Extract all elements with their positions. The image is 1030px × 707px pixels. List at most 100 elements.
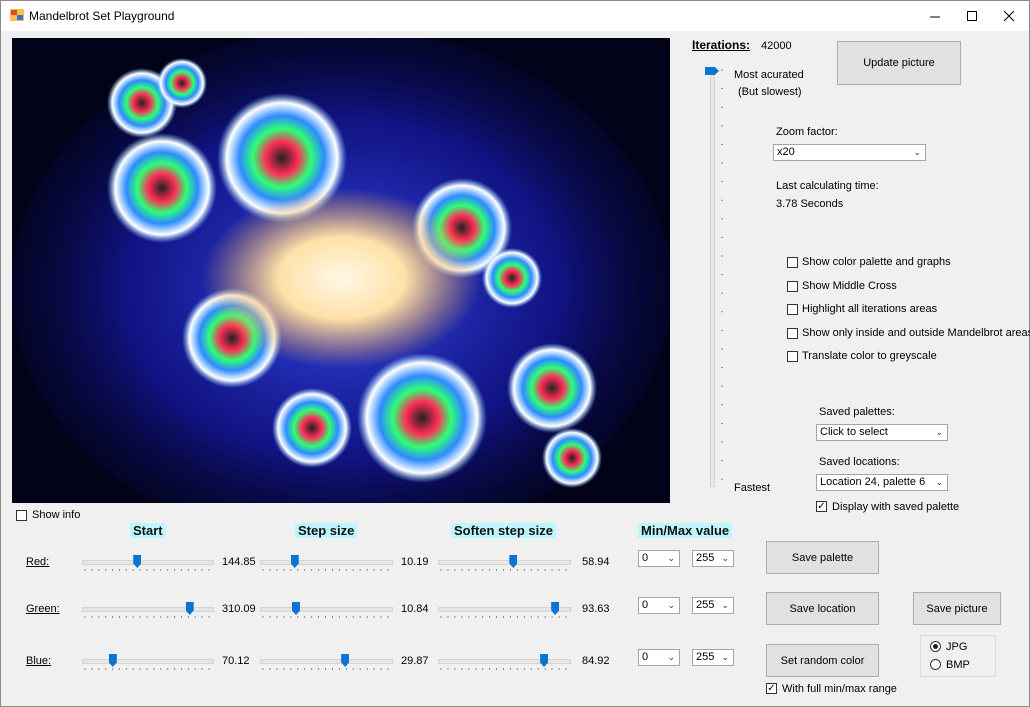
- minimize-button[interactable]: [916, 1, 954, 31]
- close-button[interactable]: [990, 1, 1028, 31]
- window-title: Mandelbrot Set Playground: [29, 9, 175, 23]
- full-range-checkbox[interactable]: ✓: [766, 683, 777, 694]
- slider-thumb[interactable]: [108, 654, 117, 667]
- slider-ticks: [440, 616, 567, 618]
- iterations-slider-thumb[interactable]: [705, 67, 719, 75]
- iterations-slider[interactable]: [705, 67, 729, 487]
- title-bar: Mandelbrot Set Playground: [1, 1, 1029, 31]
- iterations-top-sublabel: (But slowest): [738, 86, 802, 98]
- slider-track: [438, 607, 571, 612]
- blue-max-select-value: 255: [696, 651, 715, 663]
- slider-ticks: [262, 569, 389, 571]
- option-label: Show Middle Cross: [802, 279, 897, 292]
- blue-step-value: 29.87: [401, 655, 429, 667]
- save-palette-button[interactable]: Save palette: [766, 541, 879, 574]
- blue-start-value: 70.12: [222, 655, 250, 667]
- option-checkbox[interactable]: [787, 280, 798, 292]
- red-start-slider[interactable]: [82, 554, 214, 574]
- saved-locations-select[interactable]: Location 24, palette 6 ⌄: [816, 474, 948, 491]
- slider-thumb[interactable]: [341, 654, 350, 667]
- zoom-select[interactable]: x20 ⌄: [773, 144, 926, 161]
- slider-thumb[interactable]: [540, 654, 549, 667]
- iterations-bottom-label: Fastest: [734, 482, 771, 494]
- iterations-value: 42000: [761, 40, 792, 52]
- chevron-down-icon: ⌄: [721, 600, 729, 610]
- green-soften-value: 93.63: [582, 603, 610, 615]
- red-soften-slider[interactable]: [438, 554, 571, 574]
- green-step-slider[interactable]: [260, 601, 393, 621]
- chevron-down-icon: ⌄: [935, 477, 943, 487]
- red-step-slider[interactable]: [260, 554, 393, 574]
- chevron-down-icon: ⌄: [667, 652, 675, 662]
- option-checkbox[interactable]: [787, 351, 798, 362]
- slider-ticks: [262, 668, 389, 670]
- maximize-icon: [966, 10, 977, 21]
- slider-thumb[interactable]: [133, 555, 142, 568]
- iterations-slider-track: [710, 67, 715, 487]
- blue-min-select[interactable]: 0 ⌄: [638, 649, 680, 666]
- red-soften-value: 58.94: [582, 556, 610, 568]
- blue-max-select[interactable]: 255 ⌄: [692, 649, 734, 666]
- slider-thumb[interactable]: [291, 602, 300, 615]
- update-picture-button[interactable]: Update picture: [837, 41, 961, 85]
- blue-soften-value: 84.92: [582, 655, 610, 667]
- channel-label-blue: Blue:: [26, 655, 52, 667]
- red-start-value: 144.85: [222, 556, 256, 568]
- option-label: Highlight all iterations areas: [802, 303, 938, 315]
- red-min-select[interactable]: 0 ⌄: [638, 550, 680, 567]
- green-min-select[interactable]: 0 ⌄: [638, 597, 680, 614]
- minimize-icon: [929, 16, 940, 17]
- chevron-down-icon: ⌄: [721, 652, 729, 662]
- slider-ticks: [84, 668, 210, 670]
- fractal-canvas[interactable]: [12, 38, 670, 503]
- saved-locations-label: Saved locations:: [819, 456, 900, 468]
- calc-time-label: Last calculating time:: [776, 180, 879, 192]
- option-checkbox[interactable]: [787, 304, 798, 315]
- app-icon: [10, 9, 24, 21]
- zoom-label: Zoom factor:: [776, 126, 838, 138]
- slider-track: [438, 560, 571, 565]
- bmp-radio[interactable]: [930, 659, 941, 670]
- show-info-checkbox[interactable]: [16, 510, 27, 521]
- channel-label-red: Red:: [26, 556, 50, 568]
- full-range-label: With full min/max range: [782, 683, 897, 695]
- slider-ticks: [440, 569, 567, 571]
- header-min-max-value: Min/Max value: [638, 523, 733, 538]
- maximize-button[interactable]: [953, 1, 991, 31]
- slider-ticks: [84, 569, 210, 571]
- slider-track: [82, 607, 214, 612]
- save-location-button[interactable]: Save location: [766, 592, 879, 625]
- iterations-label: Iterations:: [692, 38, 751, 52]
- display-saved-checkbox[interactable]: ✓: [816, 501, 827, 512]
- blue-soften-slider[interactable]: [438, 653, 571, 673]
- blue-step-slider[interactable]: [260, 653, 393, 673]
- green-start-slider[interactable]: [82, 601, 214, 621]
- option-label: Show only inside and outside Mandelbrot …: [802, 326, 1030, 339]
- header-soften-step-size: Soften step size: [451, 523, 556, 538]
- save-picture-button[interactable]: Save picture: [913, 592, 1001, 625]
- option-label: Translate color to greyscale: [802, 350, 937, 362]
- iterations-top-label: Most acurated: [734, 69, 804, 81]
- saved-locations-value: Location 24, palette 6: [820, 476, 926, 488]
- slider-ticks: [84, 616, 210, 618]
- set-random-color-button[interactable]: Set random color: [766, 644, 879, 677]
- iterations-slider-ticks: [721, 69, 723, 480]
- slider-thumb[interactable]: [185, 602, 194, 615]
- saved-palettes-select[interactable]: Click to select ⌄: [816, 424, 948, 441]
- jpg-radio[interactable]: [930, 641, 941, 652]
- chevron-down-icon: ⌄: [935, 427, 943, 437]
- slider-track: [260, 659, 393, 664]
- slider-thumb[interactable]: [290, 555, 299, 568]
- blue-min-select-value: 0: [642, 651, 649, 663]
- green-start-value: 310.09: [222, 603, 256, 615]
- blue-start-slider[interactable]: [82, 653, 214, 673]
- slider-thumb[interactable]: [509, 555, 518, 568]
- green-max-select[interactable]: 255 ⌄: [692, 597, 734, 614]
- slider-thumb[interactable]: [551, 602, 560, 615]
- option-checkbox[interactable]: [787, 257, 798, 268]
- red-max-select[interactable]: 255 ⌄: [692, 550, 734, 567]
- green-step-value: 10.84: [401, 603, 429, 615]
- option-checkbox[interactable]: [787, 327, 798, 339]
- red-max-select-value: 255: [696, 552, 715, 564]
- green-soften-slider[interactable]: [438, 601, 571, 621]
